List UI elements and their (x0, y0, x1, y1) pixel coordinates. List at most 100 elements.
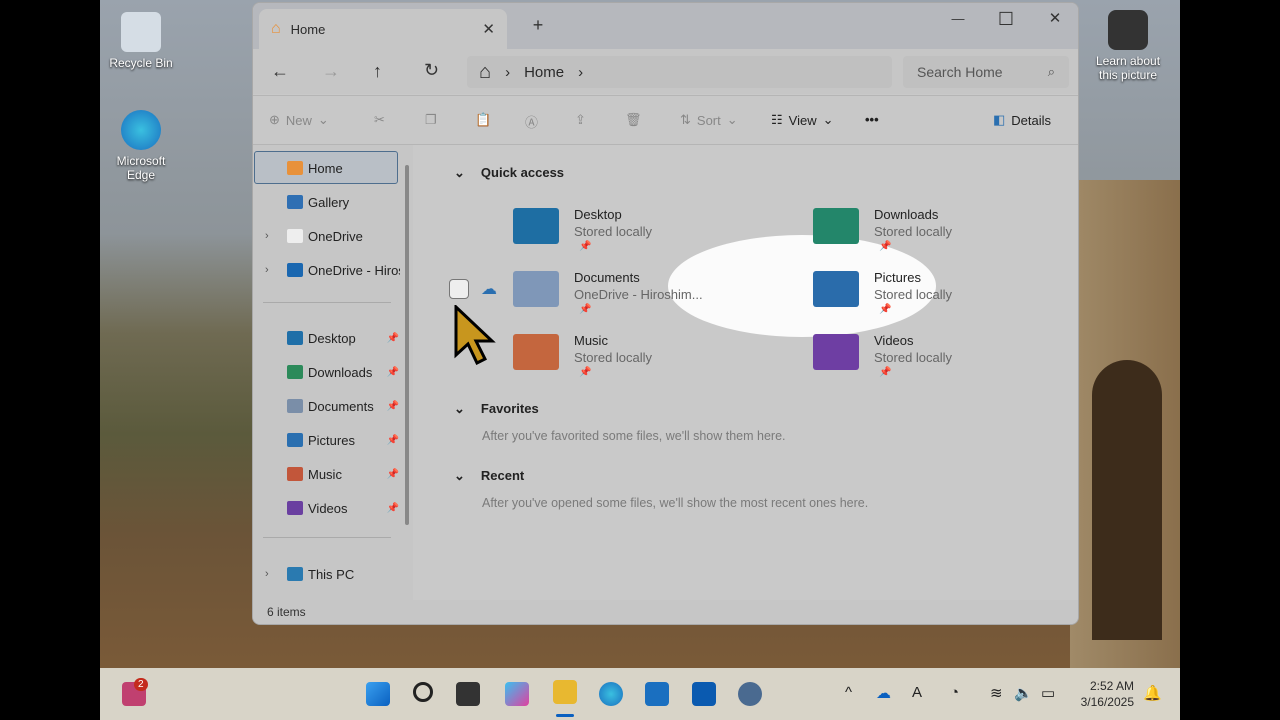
pin-icon[interactable]: 📌 (387, 333, 399, 344)
quick-access-item-videos[interactable]: Videos Stored locally 📌 (813, 327, 1078, 385)
desktop-icon-recycle-bin[interactable]: Recycle Bin (101, 12, 181, 70)
start-button[interactable] (366, 682, 390, 706)
chevron-right-icon[interactable]: › (578, 64, 583, 81)
section-quick-access[interactable]: ⌄ Quick access (454, 165, 564, 181)
refresh-button[interactable]: ↻ (424, 60, 439, 81)
home-icon[interactable]: ⌂ (479, 61, 491, 84)
pin-icon[interactable]: 📌 (387, 401, 399, 412)
more-options-button[interactable]: ••• (865, 112, 879, 127)
chevron-down-icon[interactable]: ⌄ (454, 165, 465, 181)
copilot-icon[interactable] (505, 682, 529, 706)
command-bar: ⊕ New ⌄ ✂ ❐ 📋 Ⓐ ⇪ 🗑 ⇅ Sort ⌄ ☷ View ⌄ ••• ◧ Det… (253, 95, 1078, 145)
sidebar-item-desktop[interactable]: Desktop 📌 (253, 323, 403, 353)
expand-chevron-icon[interactable]: › (265, 230, 269, 242)
file-explorer-icon[interactable] (553, 680, 577, 704)
pin-icon[interactable]: 📌 (387, 469, 399, 480)
delete-icon[interactable]: 🗑 (625, 112, 642, 128)
settings-icon[interactable] (738, 682, 762, 706)
close-button[interactable]: ✕ (1035, 9, 1075, 27)
item-name: Desktop (574, 207, 622, 222)
label: Downloads (308, 364, 373, 380)
plus-circle-icon: ⊕ (269, 112, 280, 127)
sidebar-item-videos[interactable]: Videos 📌 (253, 493, 403, 523)
clock[interactable]: 2:52 AM 3/16/2025 (1080, 678, 1134, 710)
expand-chevron-icon[interactable]: › (265, 568, 269, 580)
tab-close-button[interactable]: ✕ (482, 20, 495, 38)
section-title: Quick access (480, 165, 565, 180)
chevron-down-icon[interactable]: ⌄ (454, 468, 465, 484)
new-tab-button[interactable]: + (518, 15, 558, 36)
cut-icon[interactable]: ✂ (374, 112, 385, 128)
divider (263, 537, 391, 538)
outlook-icon[interactable] (692, 682, 716, 706)
learn-about-picture[interactable]: Learn about this picture (1088, 10, 1168, 82)
sidebar-item-onedrive[interactable]: › OneDrive (253, 221, 403, 251)
quick-access-item-music[interactable]: Music Stored locally 📌 (513, 327, 793, 385)
sidebar-item-gallery[interactable]: Gallery (253, 187, 403, 217)
breadcrumb[interactable]: ⌂ › Home › (467, 56, 892, 88)
download-icon (287, 365, 303, 379)
pin-icon[interactable]: 📌 (387, 503, 399, 514)
search-input[interactable]: Search Home ⌕ (903, 56, 1069, 88)
tray-chevron-icon[interactable]: ^ (845, 684, 852, 701)
forward-button[interactable]: → (322, 61, 340, 82)
paste-icon[interactable]: 📋 (475, 112, 491, 128)
folder-icon (513, 208, 559, 244)
battery-icon[interactable]: ▭ (1041, 684, 1055, 702)
volume-icon[interactable]: 🔈 (1014, 684, 1033, 702)
pin-icon[interactable]: 📌 (387, 435, 399, 446)
notification-bell-icon[interactable]: 🔔 (1143, 684, 1162, 702)
details-button[interactable]: ◧ Details (993, 112, 1051, 128)
title-bar: ⌂ Home ✕ + — ☐ ✕ (253, 3, 1078, 49)
chevron-right-icon[interactable]: › (505, 64, 510, 81)
pin-icon: 📌 (879, 241, 892, 252)
view-button[interactable]: ☷ View ⌄ (771, 112, 834, 128)
onedrive-icon[interactable]: ☁ (876, 684, 891, 702)
select-checkbox[interactable] (449, 279, 469, 299)
sidebar-item-this-pc[interactable]: › This PC (253, 559, 403, 589)
section-recent[interactable]: ⌄ Recent (454, 468, 524, 484)
up-button[interactable]: ↑ (373, 61, 382, 82)
task-view-icon[interactable] (456, 682, 480, 706)
edge-icon[interactable] (599, 682, 623, 706)
search-icon[interactable] (413, 682, 433, 702)
quick-access-item-downloads[interactable]: Downloads Stored locally 📌 (813, 201, 1078, 259)
quick-access-item-pictures[interactable]: Pictures Stored locally 📌 (813, 264, 1078, 322)
maximize-button[interactable]: ☐ (986, 9, 1026, 30)
quick-access-item-desktop[interactable]: Desktop Stored locally 📌 (513, 201, 793, 259)
sidebar-item-onedrive-hiros[interactable]: › OneDrive - Hiros (253, 255, 403, 285)
back-button[interactable]: ← (271, 61, 289, 82)
sidebar-item-downloads[interactable]: Downloads 📌 (253, 357, 403, 387)
wifi-icon[interactable]: ≋ (990, 684, 1003, 702)
sidebar-item-pictures[interactable]: Pictures 📌 (253, 425, 403, 455)
item-location: Stored locally (874, 224, 953, 239)
sidebar-item-home[interactable]: Home (253, 153, 403, 183)
share-icon[interactable]: ⇪ (575, 112, 586, 128)
expand-chevron-icon[interactable]: › (265, 264, 269, 276)
ime-icon[interactable]: A (912, 684, 922, 701)
videos-icon (287, 501, 303, 515)
quick-access-item-documents[interactable]: Documents OneDrive - Hiroshim... 📌 (513, 264, 793, 322)
nav-scrollbar[interactable] (405, 165, 409, 525)
folder-icon (813, 334, 859, 370)
desktop-icon-edge[interactable]: Microsoft Edge (101, 110, 181, 182)
breadcrumb-home[interactable]: Home (524, 64, 564, 81)
search-placeholder: Search Home (917, 64, 1003, 80)
label: New (285, 112, 312, 128)
label: Music (308, 466, 342, 482)
sidebar-item-documents[interactable]: Documents 📌 (253, 391, 403, 421)
new-button[interactable]: ⊕ New ⌄ (269, 112, 329, 128)
copy-icon[interactable]: ❐ (425, 112, 437, 128)
label: Pictures (308, 432, 355, 448)
clock-icon[interactable]: ◔ (950, 684, 959, 701)
section-favorites[interactable]: ⌄ Favorites (454, 401, 539, 417)
sidebar-item-music[interactable]: Music 📌 (253, 459, 403, 489)
minimize-button[interactable]: — (938, 11, 978, 26)
pin-icon[interactable]: 📌 (387, 367, 399, 378)
rename-icon[interactable]: Ⓐ (525, 112, 538, 131)
store-icon[interactable] (645, 682, 669, 706)
sort-button[interactable]: ⇅ Sort ⌄ (680, 112, 738, 128)
tab-home[interactable]: ⌂ Home ✕ (259, 9, 507, 49)
edge-icon (121, 110, 161, 150)
chevron-down-icon[interactable]: ⌄ (454, 401, 465, 417)
